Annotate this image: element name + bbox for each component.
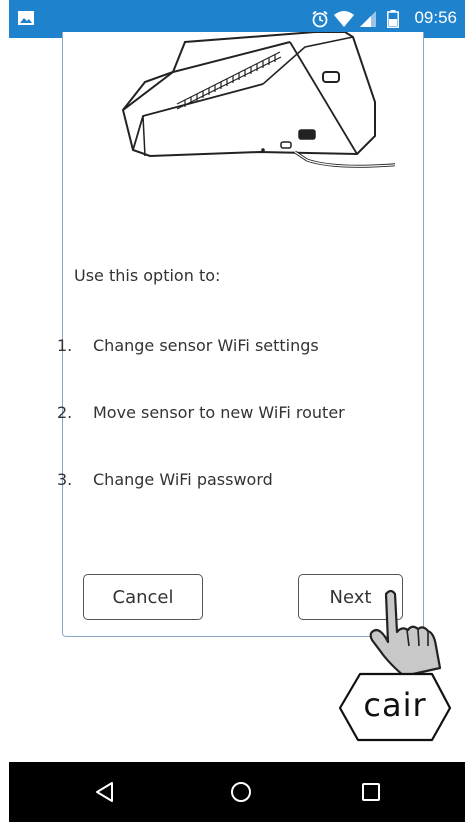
status-icons <box>311 9 399 29</box>
back-icon[interactable] <box>93 780 117 804</box>
option-number: 3. <box>57 470 73 489</box>
alarm-icon <box>312 10 328 28</box>
battery-icon <box>387 10 399 28</box>
gallery-icon <box>18 11 34 25</box>
option-label: Change WiFi password <box>93 470 273 489</box>
list-item: 2. Move sensor to new WiFi router <box>55 403 345 470</box>
option-label: Move sensor to new WiFi router <box>93 403 345 422</box>
intro-text: Use this option to: <box>74 266 221 285</box>
sensor-device-illustration <box>121 32 395 168</box>
wifi-icon <box>334 11 354 27</box>
instruction-card: Use this option to: 1. Change sensor WiF… <box>57 32 424 637</box>
signal-icon <box>360 11 376 27</box>
brand-logo: cair <box>338 672 452 742</box>
list-item: 3. Change WiFi password <box>55 470 345 537</box>
option-number: 1. <box>57 336 73 355</box>
options-list: 1. Change sensor WiFi settings 2. Move s… <box>55 336 345 537</box>
system-nav-bar <box>9 762 465 822</box>
status-time: 09:56 <box>414 8 457 27</box>
list-item: 1. Change sensor WiFi settings <box>55 336 345 403</box>
recents-icon[interactable] <box>359 780 383 804</box>
option-number: 2. <box>57 403 73 422</box>
home-icon[interactable] <box>229 780 253 804</box>
logo-text: cair <box>363 686 427 724</box>
option-label: Change sensor WiFi settings <box>93 336 319 355</box>
cancel-button[interactable]: Cancel <box>83 574 203 620</box>
pointing-hand-icon <box>369 589 442 678</box>
